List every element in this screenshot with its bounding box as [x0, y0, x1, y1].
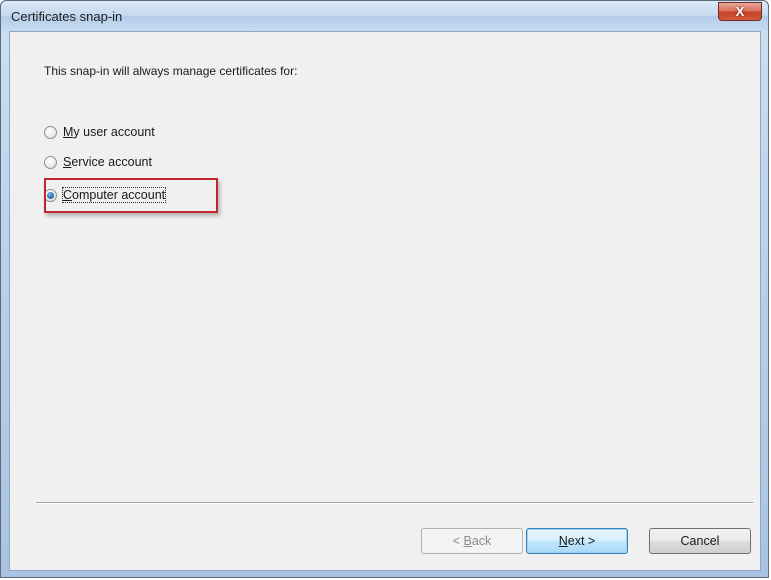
highlight-annotation-box [44, 178, 218, 213]
back-button[interactable]: < Back [421, 528, 523, 554]
radio-service-account[interactable]: Service account [44, 152, 152, 172]
close-icon: X [735, 4, 745, 19]
radio-my-user-account[interactable]: My user account [44, 122, 155, 142]
radio-button-icon[interactable] [44, 155, 57, 169]
radio-label[interactable]: Service account [63, 155, 152, 169]
radio-button-icon[interactable] [44, 125, 57, 139]
prompt-text: This snap-in will always manage certific… [44, 64, 298, 78]
cancel-button[interactable]: Cancel [649, 528, 751, 554]
next-button[interactable]: Next > [526, 528, 628, 554]
dialog-body [9, 31, 761, 571]
radio-label[interactable]: My user account [63, 125, 155, 139]
title-bar[interactable]: Certificates snap-in X [1, 1, 768, 31]
footer-separator [36, 502, 753, 504]
dialog-window: Certificates snap-in X This snap-in will… [0, 0, 769, 578]
close-button[interactable]: X [718, 2, 762, 21]
window-title: Certificates snap-in [11, 9, 123, 24]
